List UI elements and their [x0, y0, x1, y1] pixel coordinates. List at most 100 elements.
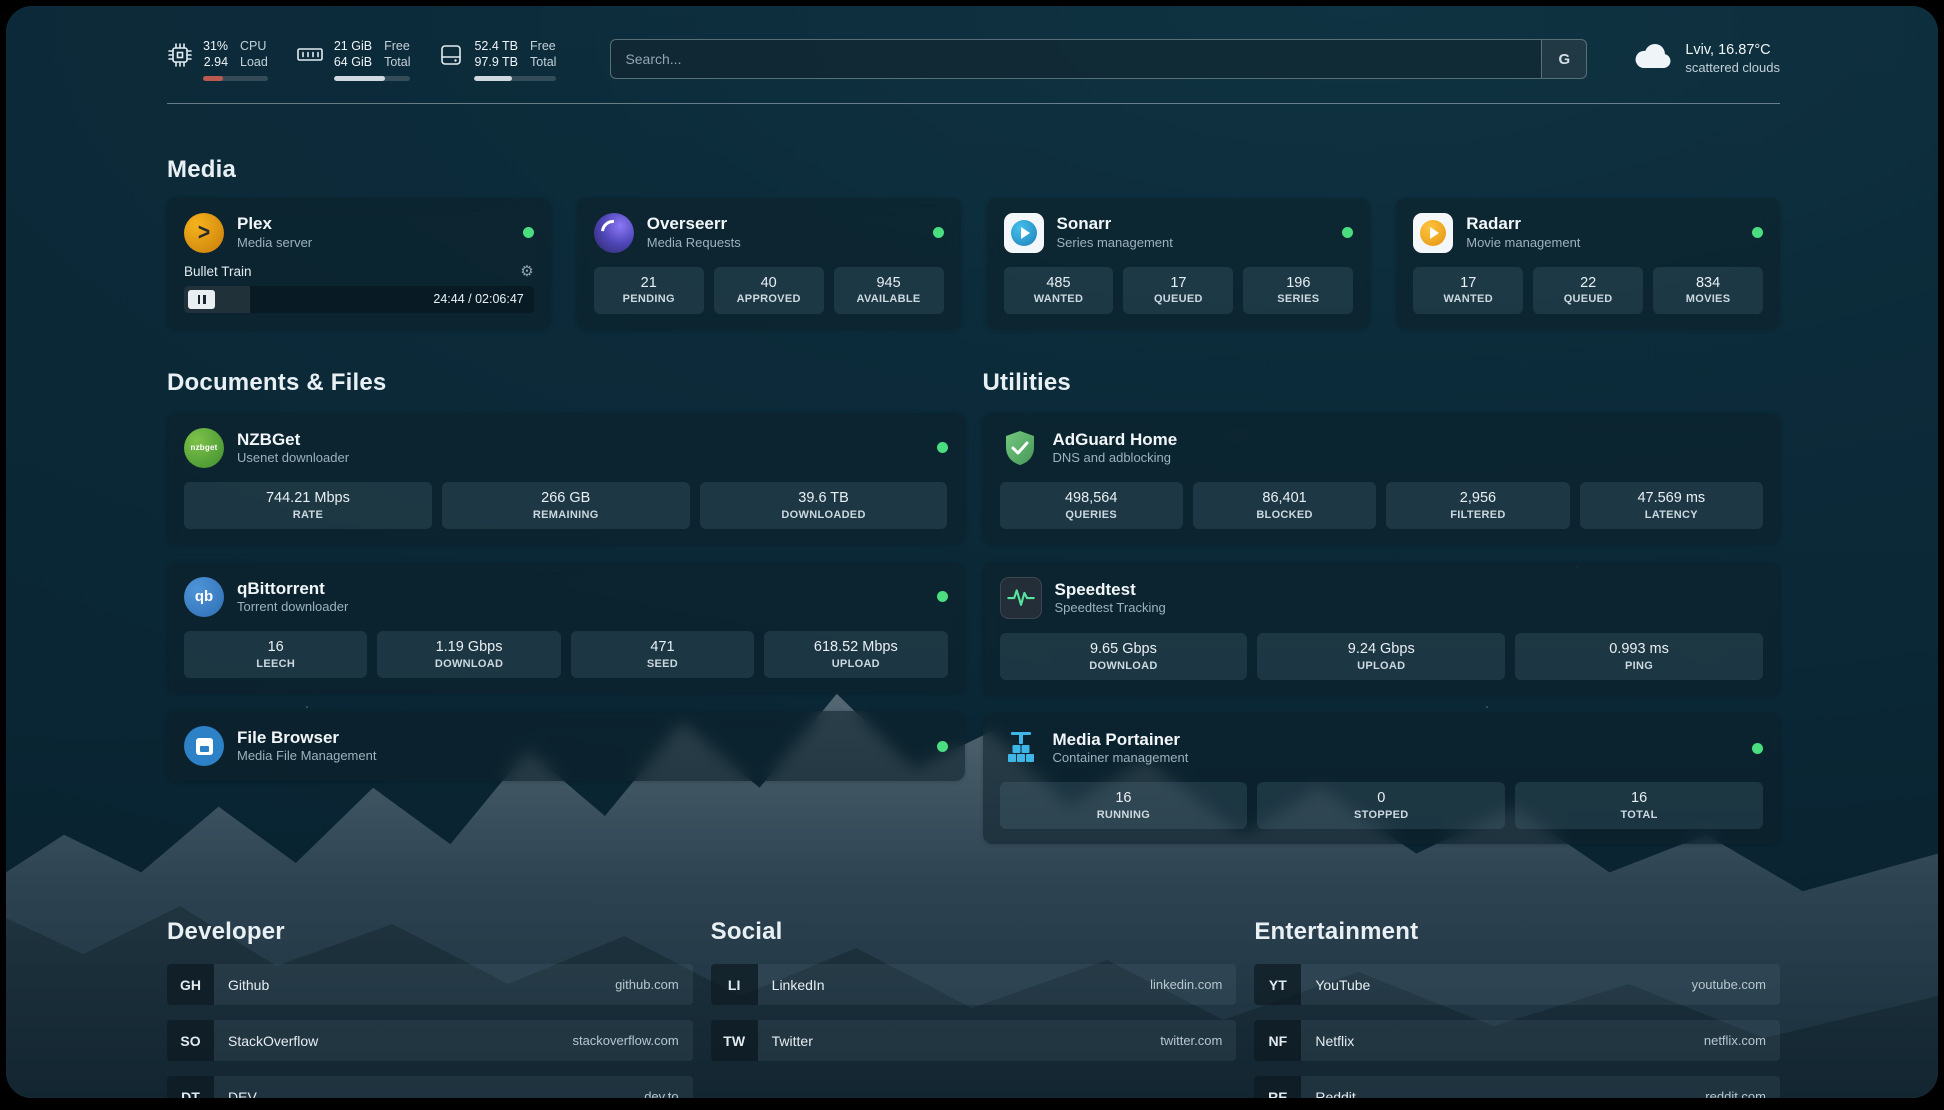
plex-title: Plex	[237, 213, 312, 234]
disk-total-label: Total	[530, 54, 556, 70]
search-provider-button[interactable]: G	[1541, 40, 1586, 78]
cpu-load-label: Load	[240, 54, 268, 70]
entertainment-heading: Entertainment	[1254, 918, 1780, 946]
stat-queued: 22 QUEUED	[1533, 267, 1643, 314]
bookmark-reddit[interactable]: RE Reddit reddit.com	[1254, 1076, 1780, 1098]
stat-queries: 498,564 QUERIES	[1000, 482, 1183, 529]
memory-total-value: 64 GiB	[334, 54, 372, 70]
qbittorrent-subtitle: Torrent downloader	[237, 599, 348, 616]
search-input[interactable]	[611, 40, 1541, 78]
qbittorrent-status-dot	[937, 591, 948, 602]
nzbget-icon: nzbget	[184, 428, 224, 468]
stat-seed: 471 SEED	[571, 631, 754, 678]
radarr-title: Radarr	[1466, 213, 1580, 234]
memory-total-label: Total	[384, 54, 410, 70]
stat-upload: 9.24 Gbps UPLOAD	[1257, 633, 1505, 680]
disk-total-value: 97.9 TB	[474, 54, 518, 70]
memory-free-label: Free	[384, 38, 410, 54]
weather-condition: scattered clouds	[1685, 60, 1780, 77]
utilities-heading: Utilities	[983, 369, 1781, 397]
portainer-subtitle: Container management	[1053, 750, 1189, 767]
youtube-abbr: YT	[1254, 964, 1301, 1005]
portainer-card[interactable]: Media Portainer Container management 16 …	[983, 713, 1781, 844]
top-bar: 31% 2.94 CPU Load	[167, 38, 1780, 81]
topbar-divider	[167, 103, 1780, 104]
stat-remaining: 266 GB REMAINING	[442, 482, 690, 529]
bookmark-dev[interactable]: DT DEV dev.to	[167, 1076, 693, 1098]
media-heading: Media	[167, 156, 1780, 184]
speedtest-icon	[1000, 577, 1042, 619]
stat-approved: 40 APPROVED	[714, 267, 824, 314]
search-bar: G	[610, 39, 1587, 79]
qbittorrent-card[interactable]: qb qBittorrent Torrent downloader 16 LEE…	[167, 562, 965, 693]
portainer-icon	[1000, 728, 1040, 768]
gear-icon[interactable]: ⚙	[520, 264, 533, 279]
sonarr-status-dot	[1342, 227, 1353, 238]
portainer-status-dot	[1752, 743, 1763, 754]
sonarr-icon	[1004, 213, 1044, 253]
sonarr-card[interactable]: Sonarr Series management 485 WANTED 17 Q…	[987, 198, 1371, 329]
stat-download: 1.19 Gbps DOWNLOAD	[377, 631, 560, 678]
bookmark-twitter[interactable]: TW Twitter twitter.com	[711, 1020, 1237, 1061]
bookmark-github[interactable]: GH Github github.com	[167, 964, 693, 1005]
memory-progress-fill	[334, 76, 385, 81]
bookmark-stackoverflow[interactable]: SO StackOverflow stackoverflow.com	[167, 1020, 693, 1061]
stat-latency: 47.569 ms LATENCY	[1580, 482, 1763, 529]
nzbget-status-dot	[937, 442, 948, 453]
disk-free-label: Free	[530, 38, 556, 54]
github-abbr: GH	[167, 964, 214, 1005]
dashboard-screen: 31% 2.94 CPU Load	[6, 6, 1938, 1098]
stat-stopped: 0 STOPPED	[1257, 782, 1505, 829]
cpu-label: CPU	[240, 38, 268, 54]
plex-card[interactable]: > Plex Media server Bullet Train ⚙	[167, 198, 551, 329]
media-section: Media > Plex Media server Bullet Train ⚙	[167, 156, 1780, 329]
stat-leech: 16 LEECH	[184, 631, 367, 678]
stat-downloaded: 39.6 TB DOWNLOADED	[700, 482, 948, 529]
twitter-abbr: TW	[711, 1020, 758, 1061]
speedtest-title: Speedtest	[1055, 579, 1166, 600]
overseerr-card[interactable]: Overseerr Media Requests 21 PENDING 40 A…	[577, 198, 961, 329]
stat-queued: 17 QUEUED	[1123, 267, 1233, 314]
radarr-card[interactable]: Radarr Movie management 17 WANTED 22 QUE…	[1396, 198, 1780, 329]
disk-monitor: 52.4 TB 97.9 TB Free Total	[438, 38, 556, 81]
memory-icon	[296, 38, 324, 72]
nzbget-subtitle: Usenet downloader	[237, 450, 349, 467]
disk-progress-fill	[474, 76, 512, 81]
sonarr-title: Sonarr	[1057, 213, 1173, 234]
overseerr-title: Overseerr	[647, 213, 741, 234]
nzbget-card[interactable]: nzbget NZBGet Usenet downloader 744.21 M…	[167, 413, 965, 544]
sonarr-subtitle: Series management	[1057, 235, 1173, 252]
speedtest-subtitle: Speedtest Tracking	[1055, 600, 1166, 617]
developer-heading: Developer	[167, 918, 693, 946]
adguard-icon	[1000, 428, 1040, 468]
adguard-card[interactable]: AdGuard Home DNS and adblocking 498,564 …	[983, 413, 1781, 544]
linkedin-abbr: LI	[711, 964, 758, 1005]
filebrowser-subtitle: Media File Management	[237, 748, 376, 765]
stat-download: 9.65 Gbps DOWNLOAD	[1000, 633, 1248, 680]
entertainment-section: Entertainment YT YouTube youtube.com NF …	[1254, 918, 1780, 1098]
cpu-icon	[167, 38, 193, 72]
filebrowser-card[interactable]: File Browser Media File Management	[167, 711, 965, 781]
overseerr-icon	[594, 213, 634, 253]
bookmark-youtube[interactable]: YT YouTube youtube.com	[1254, 964, 1780, 1005]
speedtest-card[interactable]: Speedtest Speedtest Tracking 9.65 Gbps D…	[983, 562, 1781, 695]
disk-icon	[438, 38, 464, 72]
disk-free-value: 52.4 TB	[474, 38, 518, 54]
radarr-icon	[1413, 213, 1453, 253]
weather-location: Lviv, 16.87°C	[1685, 41, 1780, 60]
stat-running: 16 RUNNING	[1000, 782, 1248, 829]
stat-available: 945 AVAILABLE	[834, 267, 944, 314]
documents-heading: Documents & Files	[167, 369, 965, 397]
portainer-title: Media Portainer	[1053, 729, 1189, 750]
documents-section: Documents & Files nzbget NZBGet Usenet d…	[167, 369, 965, 799]
memory-monitor: 21 GiB 64 GiB Free Total	[296, 38, 411, 81]
dev-abbr: DT	[167, 1076, 214, 1098]
pause-icon[interactable]	[188, 290, 215, 309]
weather-widget: Lviv, 16.87°C scattered clouds	[1633, 41, 1780, 77]
bookmark-linkedin[interactable]: LI LinkedIn linkedin.com	[711, 964, 1237, 1005]
stat-movies: 834 MOVIES	[1653, 267, 1763, 314]
bookmark-netflix[interactable]: NF Netflix netflix.com	[1254, 1020, 1780, 1061]
overseerr-status-dot	[933, 227, 944, 238]
stat-filtered: 2,956 FILTERED	[1386, 482, 1569, 529]
radarr-status-dot	[1752, 227, 1763, 238]
